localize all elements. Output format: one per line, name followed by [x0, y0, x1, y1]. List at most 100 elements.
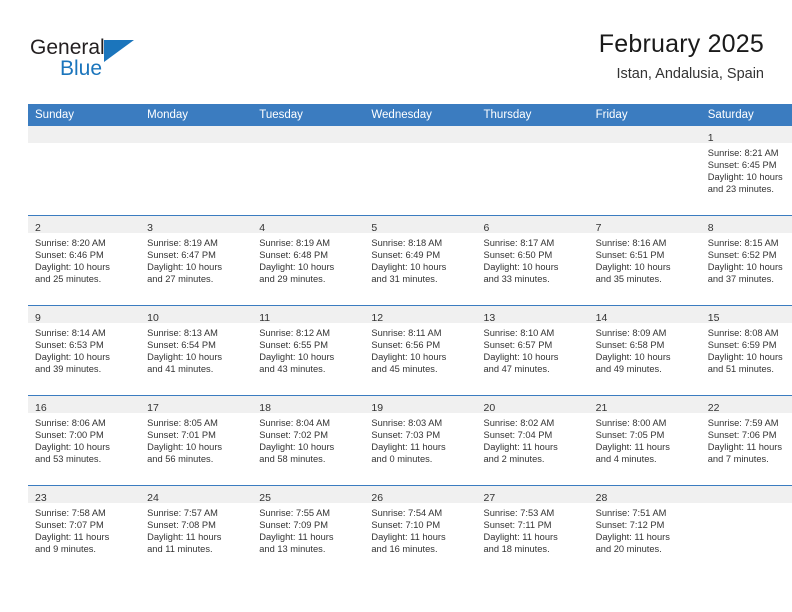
calendar-day-cell[interactable]: 27 Sunrise: 7:53 AM Sunset: 7:11 PM Dayligh… [476, 485, 589, 575]
daylight-text-line1: Daylight: 10 hours [35, 442, 110, 453]
calendar-day-cell[interactable]: 17 Sunrise: 8:05 AM Sunset: 7:01 PM Dayligh… [140, 395, 253, 486]
calendar-day-cell[interactable]: 6 Sunrise: 8:17 AM Sunset: 6:50 PM Daylight… [476, 215, 589, 306]
calendar-day-cell[interactable]: 9 Sunrise: 8:14 AM Sunset: 6:53 PM Daylight… [28, 305, 141, 396]
daylight-text-line2: and 58 minutes. [259, 454, 326, 465]
page-subtitle: Istan, Andalusia, Spain [616, 66, 764, 82]
calendar-day-cell[interactable]: 8 Sunrise: 8:15 AM Sunset: 6:52 PM Daylight… [700, 215, 792, 306]
weekday-header-saturday: Saturday [700, 104, 792, 126]
brand-logo[interactable]: General Blue [28, 32, 228, 92]
day-number: 16 [35, 402, 47, 414]
sunset-text: Sunset: 7:08 PM [147, 520, 216, 531]
daylight-text-line2: and 41 minutes. [147, 364, 214, 375]
sunrise-text: Sunrise: 8:20 AM [35, 238, 106, 248]
daylight-text-line1: Daylight: 10 hours [259, 352, 335, 363]
day-number-band: 21 [588, 396, 701, 414]
day-number-band [364, 126, 477, 143]
daylight-text-line2: and 27 minutes. [147, 274, 214, 285]
calendar-day-cell[interactable]: 22 Sunrise: 7:59 AM Sunset: 7:06 PM Dayligh… [700, 395, 792, 486]
calendar-day-cell-empty [588, 126, 701, 216]
calendar-day-cell[interactable]: 3 Sunrise: 8:19 AM Sunset: 6:47 PM Daylight… [140, 215, 253, 306]
calendar-day-cell[interactable]: 24 Sunrise: 7:57 AM Sunset: 7:08 PM Dayligh… [140, 485, 253, 575]
calendar-day-cell[interactable]: 16 Sunrise: 8:06 AM Sunset: 7:00 PM Dayligh… [28, 395, 141, 486]
day-number: 17 [147, 402, 159, 414]
day-number-band: 18 [252, 396, 365, 414]
day-number: 26 [371, 492, 384, 504]
sunset-text: Sunset: 6:55 PM [259, 340, 328, 351]
day-number: 23 [35, 492, 47, 504]
daylight-text-line2: and 49 minutes. [595, 364, 662, 375]
daylight-text-line2: and 25 minutes. [35, 274, 102, 285]
daylight-text-line2: and 53 minutes. [35, 454, 102, 465]
calendar-day-cell[interactable]: 10 Sunrise: 8:13 AM Sunset: 6:54 PM Dayligh… [140, 305, 253, 396]
daylight-text-line2: and 23 minutes. [707, 184, 774, 195]
daylight-text-line1: Daylight: 11 hours [371, 532, 446, 543]
calendar-day-cell[interactable]: 11 Sunrise: 8:12 AM Sunset: 6:55 PM Dayligh… [252, 305, 365, 396]
daylight-text-line2: and 45 minutes. [371, 364, 438, 375]
calendar-day-cell[interactable]: 25 Sunrise: 7:55 AM Sunset: 7:09 PM Dayligh… [252, 485, 365, 575]
sunrise-text: Sunrise: 8:04 AM [259, 418, 331, 428]
daylight-text-line1: Daylight: 10 hours [147, 352, 223, 363]
day-number-band: 8 [700, 216, 792, 234]
sunrise-text: Sunrise: 8:03 AM [371, 418, 443, 428]
sunset-text: Sunset: 6:47 PM [147, 250, 216, 261]
daylight-text-line1: Daylight: 11 hours [371, 442, 446, 453]
calendar-day-cell[interactable]: 15 Sunrise: 8:08 AM Sunset: 6:59 PM Dayligh… [700, 305, 792, 396]
daylight-text-line1: Daylight: 11 hours [147, 532, 222, 543]
calendar-day-cell[interactable]: 19 Sunrise: 8:03 AM Sunset: 7:03 PM Dayligh… [364, 395, 477, 486]
calendar-table: Sunday Monday Tuesday Wednesday Thursday… [28, 104, 792, 575]
sunset-text: Sunset: 7:02 PM [259, 430, 328, 441]
day-cell-body: Sunrise: 8:02 AM Sunset: 7:04 PM Daylight:… [477, 413, 589, 465]
day-cell-body: Sunrise: 8:16 AM Sunset: 6:51 PM Daylight:… [589, 233, 701, 285]
page-header: General Blue February 2025 Istan, Andalu… [28, 28, 764, 100]
weekday-header-thursday: Thursday [476, 104, 589, 126]
calendar-day-cell[interactable]: 28 Sunrise: 7:51 AM Sunset: 7:12 PM Dayligh… [588, 485, 701, 575]
day-cell-body: Sunrise: 8:03 AM Sunset: 7:03 PM Daylight:… [364, 413, 476, 465]
weekday-header-tuesday: Tuesday [252, 104, 365, 126]
calendar-day-cell[interactable]: 4 Sunrise: 8:19 AM Sunset: 6:48 PM Daylight… [252, 215, 365, 306]
sunset-text: Sunset: 7:11 PM [483, 520, 552, 531]
day-cell-body: Sunrise: 8:18 AM Sunset: 6:49 PM Daylight:… [364, 233, 476, 285]
day-number-band: 12 [364, 306, 477, 324]
day-number: 21 [595, 402, 608, 414]
calendar-day-cell[interactable]: 26 Sunrise: 7:54 AM Sunset: 7:10 PM Dayligh… [364, 485, 477, 575]
day-number: 27 [483, 492, 496, 504]
daylight-text-line1: Daylight: 10 hours [707, 172, 783, 183]
day-cell-body: Sunrise: 8:11 AM Sunset: 6:56 PM Daylight:… [364, 323, 476, 375]
sunset-text: Sunset: 6:49 PM [371, 250, 441, 261]
day-cell-body: Sunrise: 8:19 AM Sunset: 6:48 PM Daylight:… [252, 233, 364, 285]
day-number-band: 11 [252, 306, 365, 324]
calendar-day-cell[interactable]: 18 Sunrise: 8:04 AM Sunset: 7:02 PM Dayligh… [252, 395, 365, 486]
day-number-band [28, 126, 141, 143]
sunrise-text: Sunrise: 8:21 AM [707, 148, 779, 158]
day-number-band: 26 [364, 486, 477, 504]
calendar-day-cell[interactable]: 7 Sunrise: 8:16 AM Sunset: 6:51 PM Daylight… [588, 215, 701, 306]
day-number: 3 [147, 222, 153, 234]
day-number-band: 15 [700, 306, 792, 324]
day-number: 8 [707, 222, 714, 234]
sunset-text: Sunset: 7:12 PM [595, 520, 665, 531]
day-number-band: 2 [28, 216, 141, 234]
sunrise-text: Sunrise: 8:09 AM [595, 328, 667, 338]
calendar-day-cell[interactable]: 1 Sunrise: 8:21 AM Sunset: 6:45 PM Daylight… [700, 126, 792, 216]
daylight-text-line2: and 56 minutes. [147, 454, 214, 465]
daylight-text-line2: and 51 minutes. [707, 364, 774, 375]
day-number-band: 6 [476, 216, 589, 234]
calendar-day-cell[interactable]: 13 Sunrise: 8:10 AM Sunset: 6:57 PM Dayligh… [476, 305, 589, 396]
sunrise-text: Sunrise: 7:55 AM [259, 508, 331, 518]
daylight-text-line1: Daylight: 10 hours [147, 442, 223, 453]
calendar-day-cell[interactable]: 23 Sunrise: 7:58 AM Sunset: 7:07 PM Dayligh… [28, 485, 141, 575]
calendar-day-cell[interactable]: 12 Sunrise: 8:11 AM Sunset: 6:56 PM Dayligh… [364, 305, 477, 396]
day-number-band [700, 486, 792, 503]
calendar-day-cell[interactable]: 2 Sunrise: 8:20 AM Sunset: 6:46 PM Daylight… [28, 215, 141, 306]
day-number-band: 7 [588, 216, 701, 234]
sunrise-text: Sunrise: 8:10 AM [483, 328, 555, 338]
calendar-day-cell[interactable]: 20 Sunrise: 8:02 AM Sunset: 7:04 PM Dayligh… [476, 395, 589, 486]
sunrise-text: Sunrise: 8:11 AM [371, 328, 442, 338]
sunset-text: Sunset: 7:05 PM [595, 430, 665, 441]
calendar-day-cell[interactable]: 14 Sunrise: 8:09 AM Sunset: 6:58 PM Dayligh… [588, 305, 701, 396]
calendar-day-cell[interactable]: 5 Sunrise: 8:18 AM Sunset: 6:49 PM Daylight… [364, 215, 477, 306]
day-number-band: 17 [140, 396, 253, 414]
day-number: 13 [483, 312, 496, 324]
calendar-day-cell[interactable]: 21 Sunrise: 8:00 AM Sunset: 7:05 PM Dayligh… [588, 395, 701, 486]
daylight-text-line1: Daylight: 10 hours [371, 262, 447, 273]
